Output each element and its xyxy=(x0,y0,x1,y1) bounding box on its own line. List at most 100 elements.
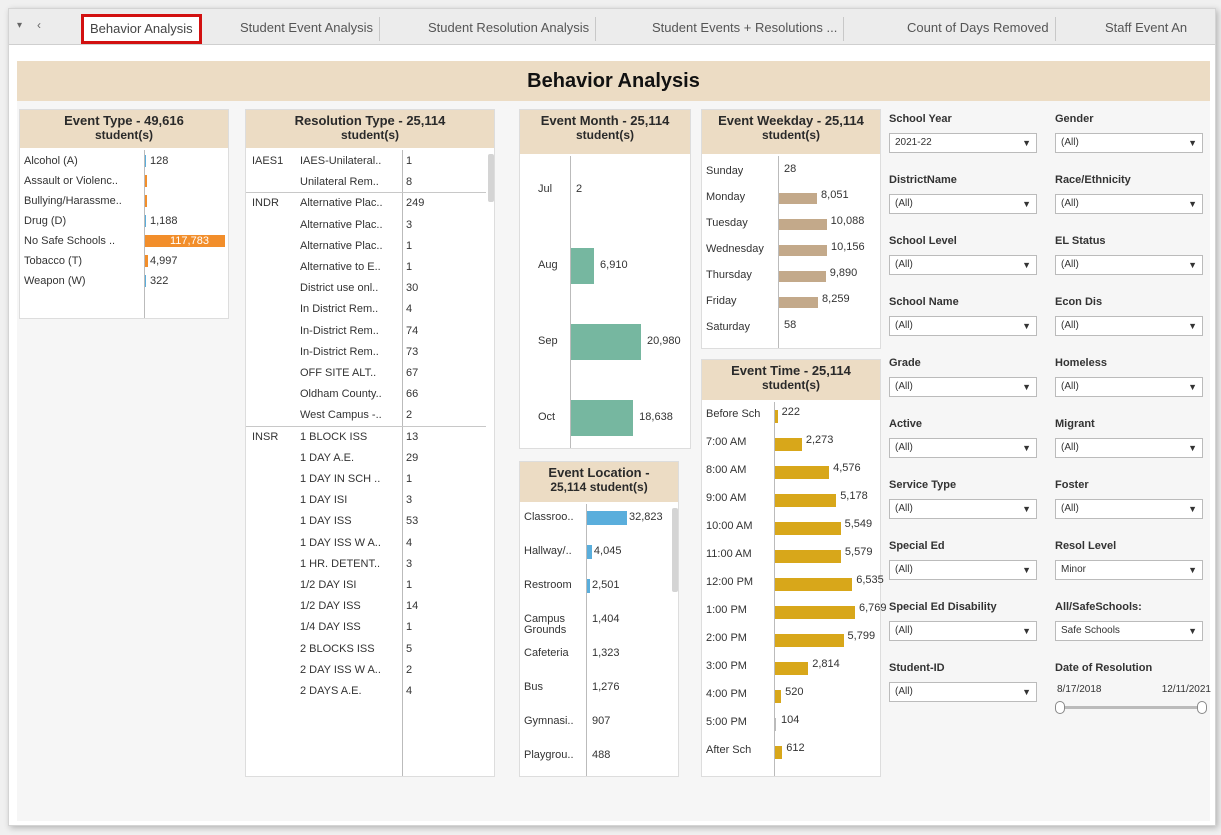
resolution-row[interactable]: INSR 1 BLOCK ISS 13 xyxy=(246,426,486,448)
event-type-row[interactable]: Assault or Violenc.. xyxy=(20,170,230,192)
tab-student-events-resolutions[interactable]: Student Events + Resolutions ... xyxy=(646,17,845,41)
filter-special-ed-dropdown[interactable]: (All) ▼ xyxy=(889,560,1037,580)
resolution-value: 53 xyxy=(406,515,419,528)
filter-homeless-dropdown[interactable]: (All) ▼ xyxy=(1055,377,1203,397)
dropdown-arrow-icon: ▼ xyxy=(1022,565,1031,575)
event-type-label: Bullying/Harassme.. xyxy=(24,195,122,207)
event-location-chart[interactable]: Classroo.. 32,823 Hallway/.. 4,045 Restroom 2… xyxy=(520,504,680,776)
date-slider-end-handle[interactable] xyxy=(1197,701,1207,714)
filter-econ-dis-dropdown[interactable]: (All) ▼ xyxy=(1055,316,1203,336)
event-type-row[interactable]: Bullying/Harassme.. xyxy=(20,190,230,212)
resolution-label: Oldham County.. xyxy=(300,388,382,401)
resolution-row[interactable]: In-District Rem.. 74 xyxy=(246,320,486,342)
resolution-value: 30 xyxy=(406,282,419,295)
filter-school-name-dropdown[interactable]: (All) ▼ xyxy=(889,316,1037,336)
resolution-row[interactable]: Alternative Plac.. 3 xyxy=(246,214,486,236)
filter-districtname-dropdown[interactable]: (All) ▼ xyxy=(889,194,1037,214)
filter-special-ed-disability-dropdown[interactable]: (All) ▼ xyxy=(889,621,1037,641)
event-time-bar xyxy=(775,494,837,507)
resolution-row[interactable]: Unilateral Rem.. 8 xyxy=(246,171,486,193)
event-type-bar xyxy=(145,275,146,287)
tab-scroll-left-icon[interactable]: ‹ xyxy=(37,18,41,32)
resolution-row[interactable]: 1 DAY ISS W A.. 4 xyxy=(246,532,486,554)
event-weekday-bar xyxy=(779,219,827,230)
filter-foster-dropdown[interactable]: (All) ▼ xyxy=(1055,499,1203,519)
resolution-row[interactable]: In-District Rem.. 73 xyxy=(246,341,486,363)
filter-el-status-dropdown[interactable]: (All) ▼ xyxy=(1055,255,1203,275)
filter-migrant-dropdown[interactable]: (All) ▼ xyxy=(1055,438,1203,458)
event-type-row[interactable]: Weapon (W) 322 xyxy=(20,270,230,292)
resolution-label: Alternative Plac.. xyxy=(300,197,383,210)
dropdown-arrow-icon: ▼ xyxy=(1188,565,1197,575)
event-type-row[interactable]: Drug (D) 1,188 xyxy=(20,210,230,232)
event-type-row[interactable]: No Safe Schools .. 117,783 xyxy=(20,230,230,252)
resolution-row[interactable]: 1 DAY ISS 53 xyxy=(246,510,486,532)
event-type-row[interactable]: Alcohol (A) 128 xyxy=(20,150,230,172)
filter-resol-level-dropdown[interactable]: Minor ▼ xyxy=(1055,560,1203,580)
tab-behavior-analysis[interactable]: Behavior Analysis xyxy=(81,14,202,44)
filter-gender-dropdown[interactable]: (All) ▼ xyxy=(1055,133,1203,153)
event-type-bar xyxy=(145,195,147,207)
resolution-row[interactable]: District use onl.. 30 xyxy=(246,277,486,299)
filter-school-level-dropdown[interactable]: (All) ▼ xyxy=(889,255,1037,275)
resolution-row[interactable]: 1/2 DAY ISI 1 xyxy=(246,574,486,596)
tab-count-of-days-removed[interactable]: Count of Days Removed xyxy=(901,17,1056,41)
date-slider-start-handle[interactable] xyxy=(1055,701,1065,714)
resolution-row[interactable]: 2 BLOCKS ISS 5 xyxy=(246,638,486,660)
event-type-panel: Event Type - 49,616 student(s) Alcohol (… xyxy=(19,109,229,319)
filter-special-ed: Special Ed (All) ▼ xyxy=(889,540,1039,580)
date-slider-track[interactable] xyxy=(1061,706,1201,709)
filter-value: (All) xyxy=(895,442,913,453)
resolution-row[interactable]: 2 DAY ISS W A.. 2 xyxy=(246,659,486,681)
resolution-row[interactable]: 1 DAY A.E. 29 xyxy=(246,447,486,469)
event-location-label: Playgrou.. xyxy=(524,750,574,761)
filter-school-year-dropdown[interactable]: 2021-22 ▼ xyxy=(889,133,1037,153)
event-location-panel: Event Location - 25,114 student(s) Class… xyxy=(519,461,679,777)
resolution-row[interactable]: IAES1 IAES-Unilateral.. 1 xyxy=(246,150,486,172)
resolution-label: OFF SITE ALT.. xyxy=(300,367,377,379)
filter-active-dropdown[interactable]: (All) ▼ xyxy=(889,438,1037,458)
tab-menu-icon[interactable]: ▾ xyxy=(17,20,22,31)
resolution-row[interactable]: Alternative Plac.. 1 xyxy=(246,235,486,257)
filter-value: (All) xyxy=(895,503,913,514)
resolution-row[interactable]: 2 DAYS A.E. 4 xyxy=(246,680,486,702)
tab-student-event-analysis[interactable]: Student Event Analysis xyxy=(234,17,380,41)
resolution-label: 1 BLOCK ISS xyxy=(300,430,368,443)
event-weekday-chart: Sunday 28 Monday 8,051 Tuesday 10,088 Wednesda… xyxy=(702,156,882,348)
resolution-row[interactable]: 1 DAY ISI 3 xyxy=(246,489,486,511)
resolution-row[interactable]: 1/2 DAY ISS 14 xyxy=(246,595,486,617)
event-time-value: 520 xyxy=(785,686,804,698)
tab-staff-event-analysis[interactable]: Staff Event An xyxy=(1099,17,1193,41)
filter-all-safeschools-dropdown[interactable]: Safe Schools ▼ xyxy=(1055,621,1203,641)
filter-race-ethnicity-dropdown[interactable]: (All) ▼ xyxy=(1055,194,1203,214)
resolution-row[interactable]: OFF SITE ALT.. 67 xyxy=(246,362,486,384)
resolution-value: 5 xyxy=(406,642,413,655)
resolution-row[interactable]: 1/4 DAY ISS 1 xyxy=(246,616,486,638)
event-location-scrollbar[interactable] xyxy=(672,508,678,592)
event-type-row[interactable]: Tobacco (T) 4,997 xyxy=(20,250,230,272)
resolution-row[interactable]: Oldham County.. 66 xyxy=(246,383,486,405)
filter-value: (All) xyxy=(895,686,913,697)
event-month-label: Sep xyxy=(538,335,558,347)
filter-service-type-dropdown[interactable]: (All) ▼ xyxy=(889,499,1037,519)
resolution-row[interactable]: Alternative to E.. 1 xyxy=(246,256,486,278)
resolution-type-scrollbar[interactable] xyxy=(488,154,494,202)
dropdown-arrow-icon: ▼ xyxy=(1188,321,1197,331)
resolution-type-list[interactable]: IAES1 IAES-Unilateral.. 1 Unilateral Rem.. 8… xyxy=(246,150,496,776)
app-window: ▾ ‹ Behavior Analysis Student Event Anal… xyxy=(8,8,1216,826)
filter-student-id-dropdown[interactable]: (All) ▼ xyxy=(889,682,1037,702)
resolution-row[interactable]: West Campus -.. 2 xyxy=(246,404,486,426)
resolution-row[interactable]: 1 HR. DETENT.. 3 xyxy=(246,553,486,575)
filter-grade-dropdown[interactable]: (All) ▼ xyxy=(889,377,1037,397)
filter-value: (All) xyxy=(895,381,913,392)
resolution-row[interactable]: INDR Alternative Plac.. 249 xyxy=(246,192,486,214)
event-time-value: 222 xyxy=(781,406,800,418)
tab-student-resolution-analysis[interactable]: Student Resolution Analysis xyxy=(422,17,597,41)
resolution-row[interactable]: 1 DAY IN SCH .. 1 xyxy=(246,468,486,490)
event-type-label: Tobacco (T) xyxy=(24,255,83,267)
filter-label: Foster xyxy=(1055,479,1089,491)
resolution-row[interactable]: In District Rem.. 4 xyxy=(246,298,486,320)
filter-label: Migrant xyxy=(1055,418,1095,430)
event-time-value: 4,576 xyxy=(833,462,861,474)
resolution-value: 2 xyxy=(406,409,413,422)
